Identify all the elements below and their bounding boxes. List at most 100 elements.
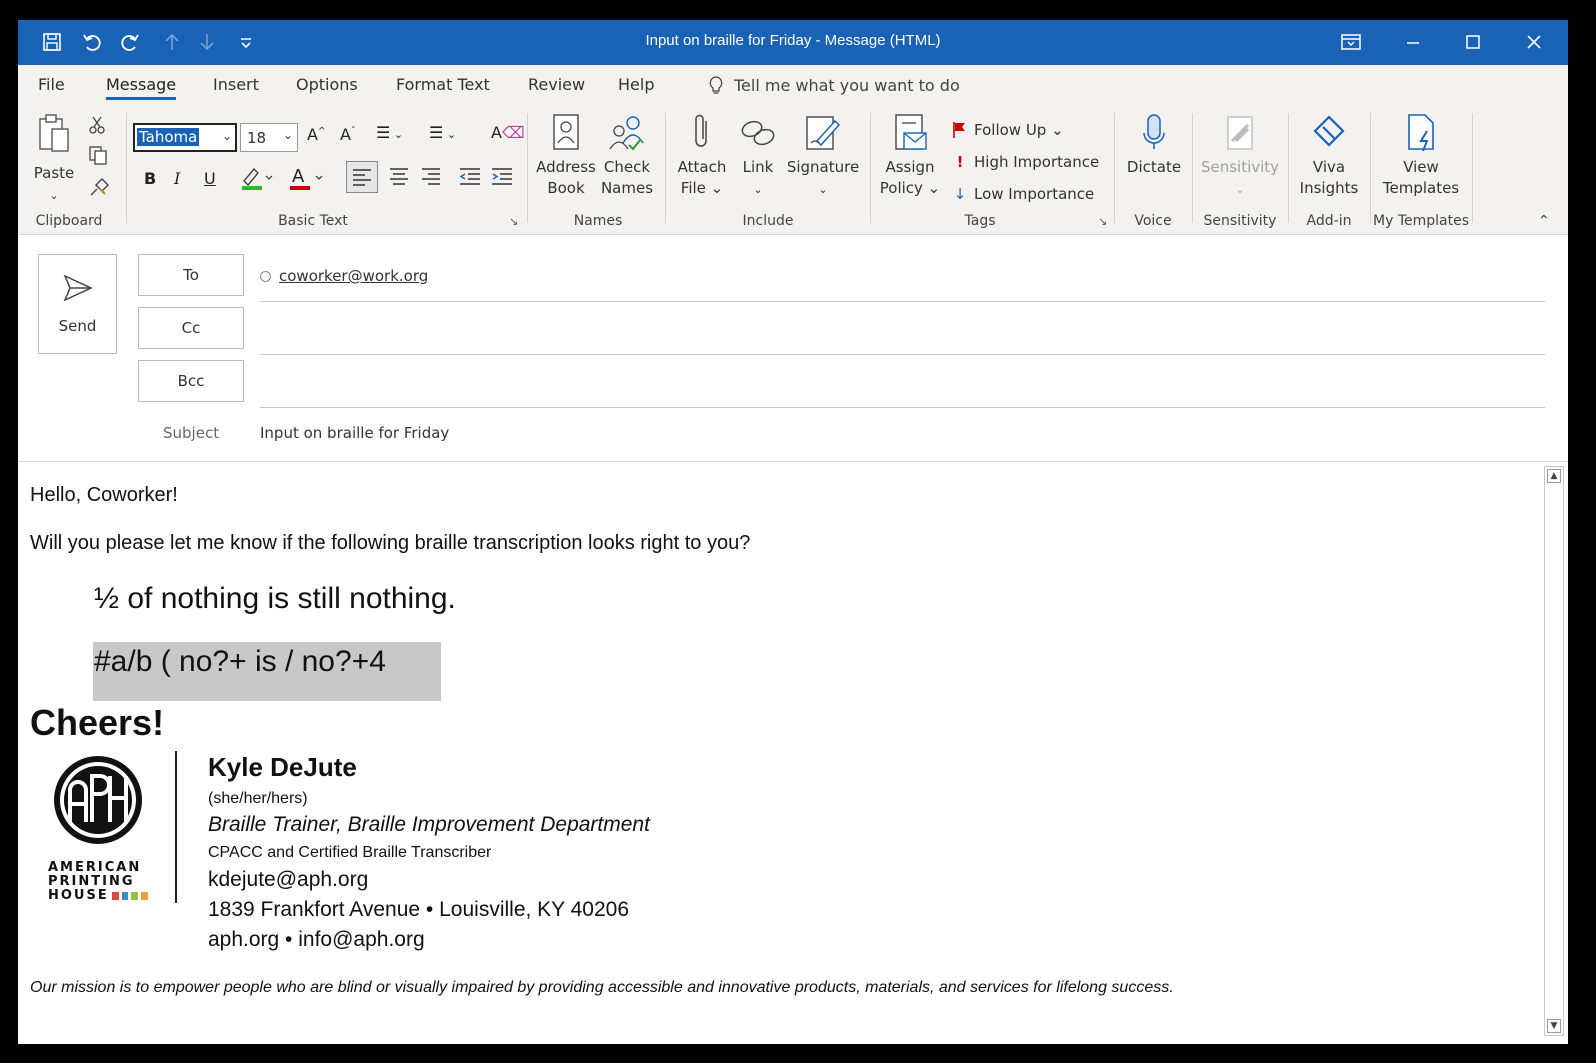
- cc-field[interactable]: [260, 312, 1545, 348]
- tab-message[interactable]: Message: [106, 75, 177, 100]
- tab-help[interactable]: Help: [618, 75, 654, 94]
- arrow-down-icon: ↓: [953, 185, 967, 203]
- signature-button[interactable]: Signature ⌄: [786, 113, 860, 200]
- send-label: Send: [58, 317, 97, 335]
- greeting-text: Hello, Coworker!: [30, 484, 178, 506]
- highlight-icon[interactable]: [240, 165, 274, 195]
- link-button[interactable]: Link ⌄: [736, 113, 780, 200]
- bullets-icon[interactable]: ☰ ⌄: [376, 123, 403, 142]
- low-importance-button[interactable]: ↓ Low Importance: [952, 185, 1095, 203]
- sensitivity-button[interactable]: Sensitivity ⌄: [1198, 113, 1282, 200]
- clipboard-group-label: Clipboard: [35, 213, 103, 229]
- paste-button[interactable]: Paste ⌄: [32, 113, 76, 206]
- message-body[interactable]: Hello, Coworker! Will you please let me …: [18, 462, 1541, 1044]
- viva-insights-button[interactable]: Viva Insights: [1294, 113, 1364, 199]
- font-color-icon[interactable]: A: [288, 165, 328, 195]
- tell-me-search[interactable]: Tell me what you want to do: [708, 75, 960, 95]
- title-bar: Input on braille for Friday - Message (H…: [18, 20, 1568, 65]
- aph-seal-icon: [54, 756, 142, 844]
- tab-options[interactable]: Options: [296, 75, 358, 94]
- recipient-address[interactable]: coworker@work.org: [279, 267, 428, 285]
- clear-formatting-icon[interactable]: A⌫: [491, 123, 525, 142]
- align-left-icon[interactable]: [346, 161, 378, 193]
- ribbon: Paste ⌄ Clipboard Tahoma ⌄ 18 ⌄ A^ Aˇ ☰ ⌄…: [18, 105, 1568, 235]
- closing-text: Cheers!: [30, 702, 165, 743]
- attach-file-button[interactable]: Attach File ⌄: [674, 113, 730, 199]
- body-scrollbar[interactable]: ▲ ▼: [1544, 466, 1564, 1036]
- follow-up-button[interactable]: Follow Up ⌄: [952, 121, 1064, 139]
- scroll-up-icon[interactable]: ▲: [1547, 469, 1561, 483]
- request-text: Will you please let me know if the follo…: [30, 532, 751, 554]
- grow-font-icon[interactable]: A^: [307, 125, 326, 144]
- viva-label-2: Insights: [1299, 179, 1359, 197]
- maximize-icon[interactable]: [1453, 26, 1493, 58]
- dictate-button[interactable]: Dictate: [1122, 113, 1186, 178]
- sensitivity-icon: [1227, 116, 1253, 150]
- separator: [1472, 113, 1473, 223]
- clipboard-icon: [39, 114, 69, 152]
- cut-icon[interactable]: [88, 115, 106, 139]
- address-book-button[interactable]: Address Book: [536, 113, 596, 199]
- braille-line: #a/b ( no?+ is / no?+4: [94, 645, 386, 678]
- font-name-select[interactable]: Tahoma ⌄: [133, 123, 237, 152]
- italic-button[interactable]: I: [174, 169, 180, 188]
- high-importance-button[interactable]: ! High Importance: [952, 153, 1100, 171]
- print-line: ½ of nothing is still nothing.: [94, 582, 456, 615]
- signature-address: 1839 Frankfort Avenue • Louisville, KY 4…: [208, 898, 630, 921]
- dialog-launcher-icon[interactable]: ↘: [1098, 215, 1107, 228]
- tab-file[interactable]: File: [38, 75, 65, 94]
- attach-label-1: Attach: [677, 158, 727, 176]
- collapse-ribbon-icon[interactable]: ⌃: [1538, 213, 1550, 229]
- send-button[interactable]: Send: [38, 254, 117, 354]
- close-icon[interactable]: [1514, 26, 1554, 58]
- ribbon-display-icon[interactable]: [1331, 26, 1371, 58]
- underline-button[interactable]: U: [204, 169, 216, 188]
- cc-field-line: [260, 354, 1545, 355]
- bcc-field[interactable]: [260, 365, 1545, 401]
- viva-insights-icon: [1313, 115, 1345, 147]
- scroll-down-icon[interactable]: ▼: [1547, 1019, 1561, 1033]
- tab-review[interactable]: Review: [528, 75, 585, 94]
- basic-text-group-label: Basic Text: [278, 213, 348, 229]
- align-center-icon[interactable]: [384, 161, 414, 195]
- copy-icon[interactable]: [88, 145, 108, 169]
- decrease-indent-icon[interactable]: [456, 161, 484, 195]
- address-book-label-1: Address: [536, 158, 596, 176]
- numbering-icon[interactable]: ☰ ⌄: [429, 123, 456, 142]
- format-painter-icon[interactable]: [88, 177, 110, 201]
- separator: [665, 113, 666, 223]
- minimize-icon[interactable]: [1393, 26, 1433, 58]
- separator: [870, 113, 871, 223]
- bcc-button[interactable]: Bcc: [138, 360, 244, 402]
- check-names-label-2: Names: [600, 179, 654, 197]
- dictate-label: Dictate: [1126, 158, 1182, 176]
- font-size-select[interactable]: 18 ⌄: [240, 123, 298, 152]
- check-names-button[interactable]: Check Names: [598, 113, 656, 199]
- aph-logo: AMERICAN PRINTING HOUSE: [48, 752, 148, 903]
- bold-button[interactable]: B: [144, 169, 156, 188]
- high-importance-label: High Importance: [974, 153, 1100, 171]
- sensitivity-label: Sensitivity: [1200, 158, 1280, 176]
- dialog-launcher-icon[interactable]: ↘: [509, 215, 518, 228]
- shrink-font-icon[interactable]: Aˇ: [340, 125, 355, 144]
- cc-button[interactable]: Cc: [138, 307, 244, 349]
- paperclip-icon: [695, 114, 707, 147]
- subject-field[interactable]: Input on braille for Friday: [260, 424, 449, 442]
- voice-group-label: Voice: [1134, 213, 1172, 229]
- signature-title: Braille Trainer, Braille Improvement Dep…: [208, 813, 650, 836]
- signature-email[interactable]: kdejute@aph.org: [208, 868, 368, 892]
- view-templates-button[interactable]: View Templates: [1376, 113, 1466, 199]
- to-field[interactable]: coworker@work.org: [260, 267, 428, 285]
- to-button[interactable]: To: [138, 254, 244, 296]
- tab-format-text[interactable]: Format Text: [396, 75, 490, 94]
- font-name-value: Tahoma: [137, 128, 200, 146]
- signature-label: Signature: [786, 158, 860, 176]
- assign-policy-button[interactable]: Assign Policy ⌄: [878, 113, 942, 199]
- assign-label-1: Assign: [885, 158, 935, 176]
- tab-insert[interactable]: Insert: [213, 75, 259, 94]
- signature-icon: [806, 116, 841, 150]
- view-templates-label-2: Templates: [1382, 179, 1460, 197]
- signature-web[interactable]: aph.org • info@aph.org: [208, 928, 425, 952]
- align-right-icon[interactable]: [416, 161, 446, 195]
- increase-indent-icon[interactable]: [488, 161, 516, 195]
